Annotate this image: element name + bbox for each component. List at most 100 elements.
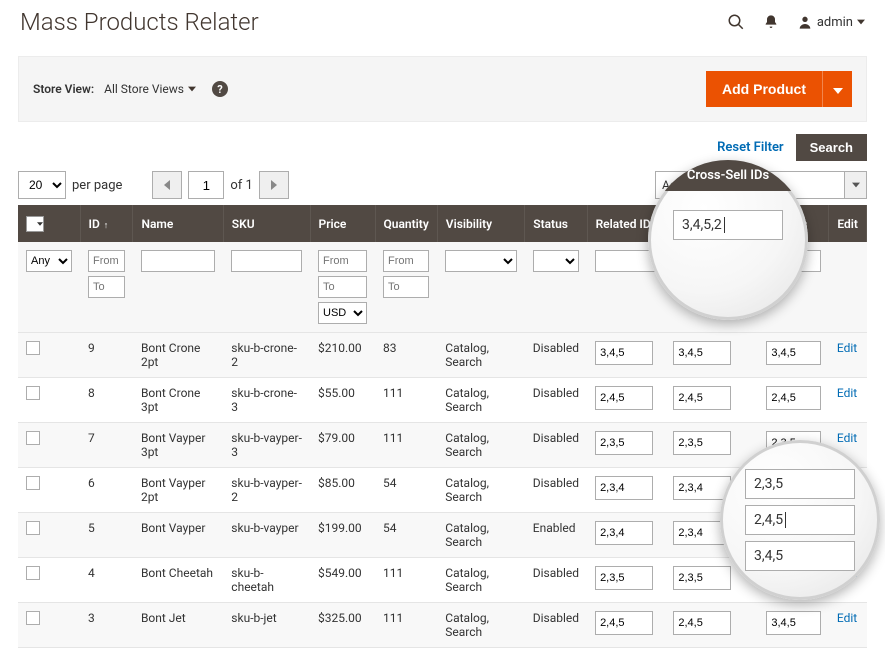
cell-qty: 111 — [375, 378, 437, 423]
cell-name: Bont Jet — [133, 603, 223, 648]
cell-qty: 54 — [375, 468, 437, 513]
bell-icon[interactable] — [763, 14, 779, 30]
edit-link[interactable]: Edit — [837, 341, 857, 355]
cell-sku: sku-b-vayper-3 — [223, 423, 310, 468]
input-upsell-ids[interactable] — [766, 341, 821, 365]
input-upsell-ids[interactable] — [766, 611, 821, 635]
magnifier-upsell: 2,3,5 2,4,5 3,4,5 — [720, 440, 880, 600]
lens-input-value: 3,4,5,2 — [682, 217, 722, 233]
page-input[interactable] — [188, 171, 224, 199]
filter-related[interactable] — [595, 250, 657, 272]
cell-status: Disabled — [525, 423, 587, 468]
edit-link[interactable]: Edit — [837, 611, 857, 625]
input-cross-sell-ids[interactable] — [673, 611, 731, 635]
filter-visibility[interactable] — [445, 250, 516, 272]
col-status[interactable]: Status — [525, 205, 587, 242]
col-quantity[interactable]: Quantity — [375, 205, 437, 242]
filter-qty-to[interactable] — [383, 276, 429, 298]
filter-status[interactable] — [533, 250, 579, 272]
cell-qty: 111 — [375, 558, 437, 603]
filter-price-from[interactable] — [318, 250, 367, 272]
input-related-ids[interactable] — [595, 431, 653, 455]
cell-id: 5 — [80, 513, 133, 558]
cell-id: 3 — [80, 603, 133, 648]
input-cross-sell-ids[interactable] — [673, 341, 731, 365]
header-checkbox[interactable] — [18, 205, 80, 242]
next-page-button[interactable] — [259, 171, 289, 199]
cell-name: Bont Vayper 3pt — [133, 423, 223, 468]
add-product-button[interactable]: Add Product — [706, 71, 822, 107]
col-visibility[interactable]: Visibility — [437, 205, 524, 242]
input-cross-sell-ids[interactable] — [673, 566, 731, 590]
row-checkbox[interactable] — [26, 566, 40, 580]
cell-price: $549.00 — [310, 558, 375, 603]
edit-link[interactable]: Edit — [837, 431, 857, 445]
cell-sku: sku-b-vayper — [223, 513, 310, 558]
lens-input-row3[interactable]: 3,4,5 — [745, 541, 855, 571]
search-icon[interactable] — [727, 13, 745, 31]
admin-account[interactable]: admin — [797, 14, 865, 30]
lens-input-row1[interactable]: 2,3,5 — [745, 469, 855, 499]
lens-input-cross[interactable]: 3,4,5,2 — [673, 210, 783, 240]
prev-page-button[interactable] — [152, 171, 182, 199]
col-edit: Edit — [829, 205, 867, 242]
cell-id: 6 — [80, 468, 133, 513]
user-icon — [797, 14, 813, 30]
filter-id-to[interactable] — [88, 276, 125, 298]
row-checkbox[interactable] — [26, 611, 40, 625]
cell-status: Disabled — [525, 378, 587, 423]
row-checkbox[interactable] — [26, 341, 40, 355]
row-checkbox[interactable] — [26, 476, 40, 490]
input-related-ids[interactable] — [595, 386, 653, 410]
input-related-ids[interactable] — [595, 521, 653, 545]
input-cross-sell-ids[interactable] — [673, 386, 731, 410]
cell-status: Disabled — [525, 333, 587, 378]
row-checkbox[interactable] — [26, 431, 40, 445]
input-upsell-ids[interactable] — [766, 386, 821, 410]
page-of-label: of 1 — [230, 178, 252, 193]
col-id[interactable]: ID↑ — [80, 205, 133, 242]
per-page-select[interactable]: 20 — [18, 171, 66, 199]
cell-sku: sku-b-vayper-2 — [223, 468, 310, 513]
reset-filter-link[interactable]: Reset Filter — [705, 134, 795, 161]
filter-any-select[interactable]: Any — [26, 250, 72, 272]
storeview-label: Store View: — [33, 82, 94, 96]
cell-status: Disabled — [525, 603, 587, 648]
caret-down-icon — [37, 222, 43, 226]
input-related-ids[interactable] — [595, 341, 653, 365]
row-checkbox[interactable] — [26, 521, 40, 535]
cell-qty: 111 — [375, 603, 437, 648]
page-title: Mass Products Relater — [20, 8, 709, 36]
cell-id: 8 — [80, 378, 133, 423]
per-page-label: per page — [72, 178, 122, 193]
input-related-ids[interactable] — [595, 566, 653, 590]
edit-link[interactable]: Edit — [837, 386, 857, 400]
input-related-ids[interactable] — [595, 476, 653, 500]
filter-name[interactable] — [141, 250, 215, 272]
add-product-toggle[interactable] — [822, 71, 852, 107]
input-related-ids[interactable] — [595, 611, 653, 635]
row-checkbox[interactable] — [26, 386, 40, 400]
cell-visibility: Catalog, Search — [437, 603, 524, 648]
filter-qty-from[interactable] — [383, 250, 429, 272]
filter-id-from[interactable] — [88, 250, 125, 272]
col-name[interactable]: Name — [133, 205, 223, 242]
input-cross-sell-ids[interactable] — [673, 431, 731, 455]
cell-status: Disabled — [525, 468, 587, 513]
filter-price-to[interactable] — [318, 276, 367, 298]
chevron-left-icon — [163, 180, 171, 190]
col-sku[interactable]: SKU — [223, 205, 310, 242]
table-row: 7Bont Vayper 3ptsku-b-vayper-3$79.00111C… — [18, 423, 867, 468]
storeview-select[interactable]: All Store Views — [104, 82, 196, 96]
filter-currency[interactable]: USD — [318, 302, 367, 324]
lens-input-row2[interactable]: 2,4,5 — [745, 505, 855, 535]
cell-qty: 111 — [375, 423, 437, 468]
help-icon[interactable]: ? — [212, 81, 228, 97]
filter-sku[interactable] — [231, 250, 302, 272]
actions-toggle[interactable] — [845, 171, 867, 199]
search-button[interactable]: Search — [796, 134, 867, 161]
cell-price: $210.00 — [310, 333, 375, 378]
cell-name: Bont Vayper 2pt — [133, 468, 223, 513]
caret-down-icon — [833, 88, 843, 94]
col-price[interactable]: Price — [310, 205, 375, 242]
